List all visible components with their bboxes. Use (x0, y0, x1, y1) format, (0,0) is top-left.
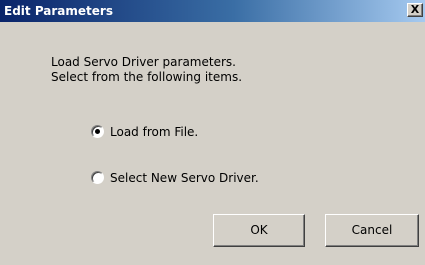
option-label-select-new-servo-driver[interactable]: Select New Servo Driver. (110, 170, 259, 186)
close-icon: X (410, 3, 420, 16)
message-line-2: Select from the following items. (51, 70, 243, 84)
window-title: Edit Parameters (4, 4, 113, 18)
message-line-1: Load Servo Driver parameters. (51, 55, 236, 69)
radio-load-from-file[interactable] (91, 125, 104, 138)
radio-selected-dot (95, 129, 100, 134)
ok-button[interactable]: OK (213, 214, 305, 247)
close-button[interactable]: X (407, 3, 423, 17)
title-bar[interactable]: Edit Parameters X (0, 0, 425, 22)
option-label-load-from-file[interactable]: Load from File. (110, 124, 198, 140)
cancel-button[interactable]: Cancel (325, 214, 419, 247)
radio-select-new-servo-driver[interactable] (91, 171, 104, 184)
edit-parameters-dialog: Edit Parameters X Load Servo Driver para… (0, 0, 425, 265)
